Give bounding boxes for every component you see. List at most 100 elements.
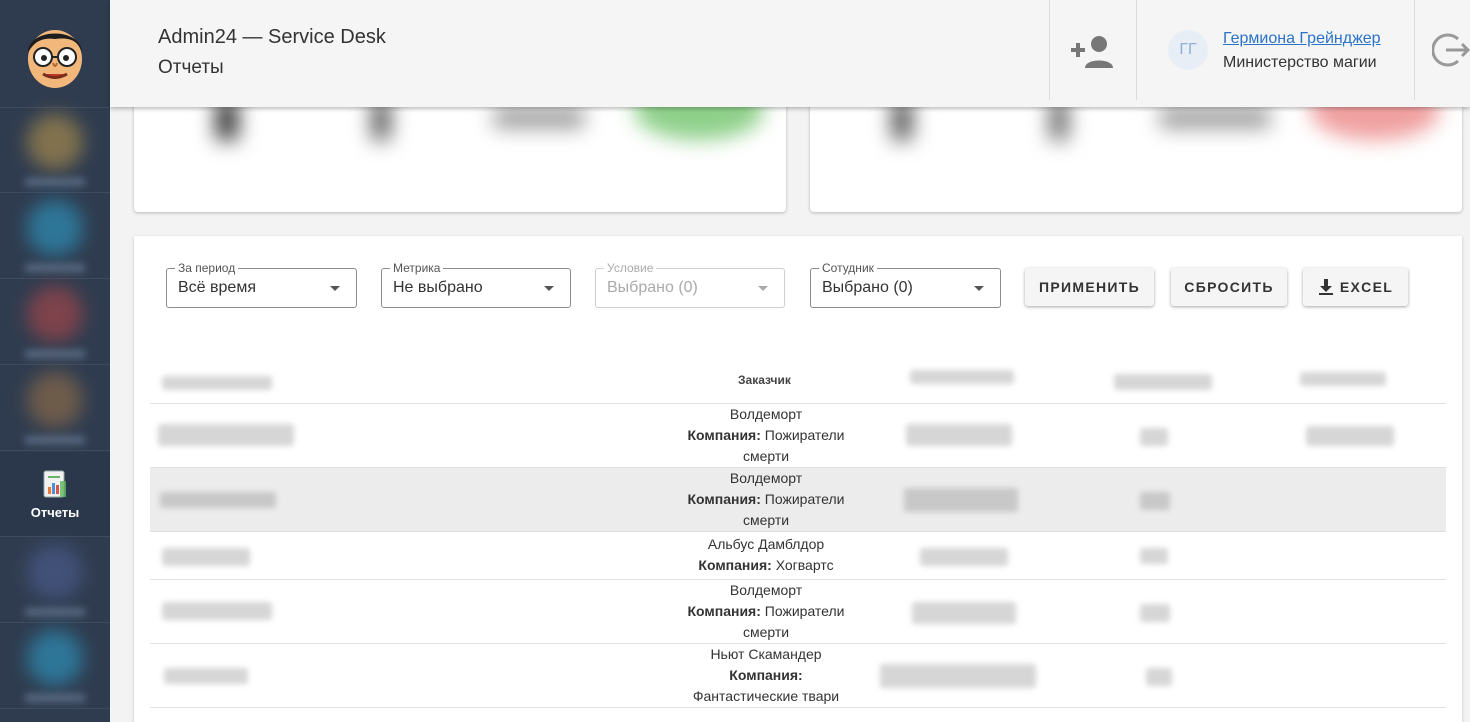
employee-label: Сотудник — [819, 261, 877, 275]
blurred-label — [25, 608, 85, 616]
blurred-cell — [920, 548, 1008, 566]
customer-name: Волдеморт — [729, 470, 803, 486]
cartoon-face-logo-icon — [28, 29, 82, 88]
metric-label: Метрика — [390, 261, 444, 275]
blurred-icon — [27, 544, 83, 600]
customer-cell: Волдеморт Компания: Пожиратели смерти — [650, 580, 882, 643]
blurred-label — [25, 264, 85, 272]
sidebar-item-6[interactable] — [0, 538, 110, 623]
blurred-cell — [1146, 668, 1172, 686]
customer-cell: Альбус Дамблдор Компания: Хогвартс — [650, 534, 882, 576]
logout-button[interactable] — [1432, 31, 1470, 69]
user-name-link[interactable]: Гермиона Грейнджер — [1223, 30, 1381, 48]
add-person-icon — [1071, 36, 1113, 68]
report-table: Заказчик Волдеморт Компания: Пожиратели … — [150, 358, 1446, 708]
blurred-cell — [160, 492, 276, 508]
customer-company: Компания: Пожиратели — [687, 427, 845, 443]
blurred-cell — [1306, 426, 1394, 446]
logout-icon — [1432, 33, 1470, 67]
blurred-cell — [162, 548, 250, 566]
sidebar-item-2[interactable] — [0, 194, 110, 279]
table-row[interactable]: Альбус Дамблдор Компания: Хогвартс — [150, 532, 1446, 580]
table-row[interactable]: Волдеморт Компания: Пожиратели смерти — [150, 580, 1446, 644]
blurred-content — [494, 108, 584, 128]
download-icon — [1318, 279, 1333, 295]
blurred-label — [25, 178, 85, 186]
blurred-header — [1114, 374, 1212, 390]
customer-cell: Волдеморт Компания: Пожиратели смерти — [650, 404, 882, 467]
blurred-cell — [1140, 492, 1170, 510]
blurred-cell — [162, 602, 272, 620]
page-title: Отчеты — [158, 57, 224, 78]
customer-company-cont: смерти — [742, 448, 790, 464]
sidebar-item-1[interactable] — [0, 108, 110, 193]
sidebar-item-7[interactable] — [0, 624, 110, 709]
employee-select[interactable]: Сотудник Выбрано (0) — [810, 261, 1001, 308]
app-title: Admin24 — Service Desk — [158, 26, 386, 48]
customer-cell: Ньют Скамандер Компания: Фантастические … — [650, 644, 882, 707]
divider — [1136, 0, 1137, 100]
period-label: За период — [175, 261, 239, 275]
avatar[interactable]: ГГ — [1168, 30, 1208, 70]
blurred-icon — [27, 630, 83, 686]
customer-name: Волдеморт — [729, 406, 803, 422]
blurred-cell — [906, 424, 1012, 446]
apply-button[interactable]: ПРИМЕНИТЬ — [1025, 268, 1154, 306]
condition-value: Выбрано (0) — [607, 279, 698, 296]
divider — [1414, 0, 1415, 100]
sidebar-item-reports[interactable]: Отчеты — [0, 452, 110, 537]
customer-company: Компания: Пожиратели — [687, 603, 845, 619]
chevron-down-icon — [758, 286, 768, 291]
customer-name: Волдеморт — [729, 582, 803, 598]
summary-card-left — [134, 100, 786, 212]
excel-label: EXCEL — [1339, 279, 1394, 295]
chevron-down-icon — [974, 286, 984, 291]
top-header: Admin24 — Service Desk Отчеты ГГ Гермион… — [110, 0, 1470, 107]
sidebar: Отчеты — [0, 0, 110, 722]
metric-value: Не выбрано — [393, 279, 483, 296]
blurred-icon — [27, 286, 83, 342]
sidebar-item-label: Отчеты — [30, 504, 80, 520]
metric-select[interactable]: Метрика Не выбрано — [381, 261, 571, 308]
blurred-cell — [1140, 604, 1170, 622]
report-icon — [43, 470, 66, 497]
employee-value: Выбрано (0) — [822, 279, 913, 296]
period-select[interactable]: За период Всё время — [166, 261, 357, 308]
user-organization: Министерство магии — [1223, 54, 1377, 71]
report-panel: За период Всё время Метрика Не выбрано У… — [134, 236, 1462, 722]
blurred-cell — [164, 668, 248, 684]
app-logo[interactable] — [0, 0, 110, 108]
divider — [1049, 0, 1050, 100]
customer-column-header: Заказчик — [738, 373, 791, 387]
reset-button[interactable]: СБРОСИТЬ — [1171, 268, 1287, 306]
blurred-cell — [904, 488, 1018, 512]
blurred-icon — [27, 114, 83, 170]
blurred-cell — [1140, 428, 1168, 446]
table-row[interactable]: Ньют Скамандер Компания: Фантастические … — [150, 644, 1446, 708]
table-row[interactable]: Волдеморт Компания: Пожиратели смерти — [150, 404, 1446, 468]
blurred-label — [25, 694, 85, 702]
add-user-button[interactable] — [1070, 32, 1116, 72]
blurred-icon — [27, 372, 83, 428]
customer-company: Компания: Хогвартс — [698, 557, 834, 573]
customer-name: Ньют Скамандер — [710, 646, 822, 662]
blurred-cell — [1140, 548, 1168, 564]
customer-company: Компания: Пожиратели — [687, 491, 845, 507]
sidebar-item-3[interactable] — [0, 280, 110, 365]
excel-export-button[interactable]: EXCEL — [1303, 268, 1408, 306]
blurred-label — [25, 350, 85, 358]
customer-company-cont: смерти — [742, 624, 790, 640]
customer-company-cont: Фантастические твари — [692, 688, 840, 704]
period-value: Всё время — [178, 279, 256, 296]
table-header: Заказчик — [150, 358, 1446, 404]
sidebar-item-4[interactable] — [0, 366, 110, 451]
customer-name: Альбус Дамблдор — [707, 536, 825, 552]
customer-cell: Волдеморт Компания: Пожиратели смерти — [650, 468, 882, 531]
blurred-header — [1300, 372, 1386, 386]
blurred-icon — [27, 200, 83, 256]
table-row[interactable]: Волдеморт Компания: Пожиратели смерти — [150, 468, 1446, 532]
blurred-cell — [912, 602, 1016, 624]
chevron-down-icon — [544, 286, 554, 291]
blurred-cell — [880, 664, 1036, 688]
condition-select: Условие Выбрано (0) — [595, 261, 785, 308]
